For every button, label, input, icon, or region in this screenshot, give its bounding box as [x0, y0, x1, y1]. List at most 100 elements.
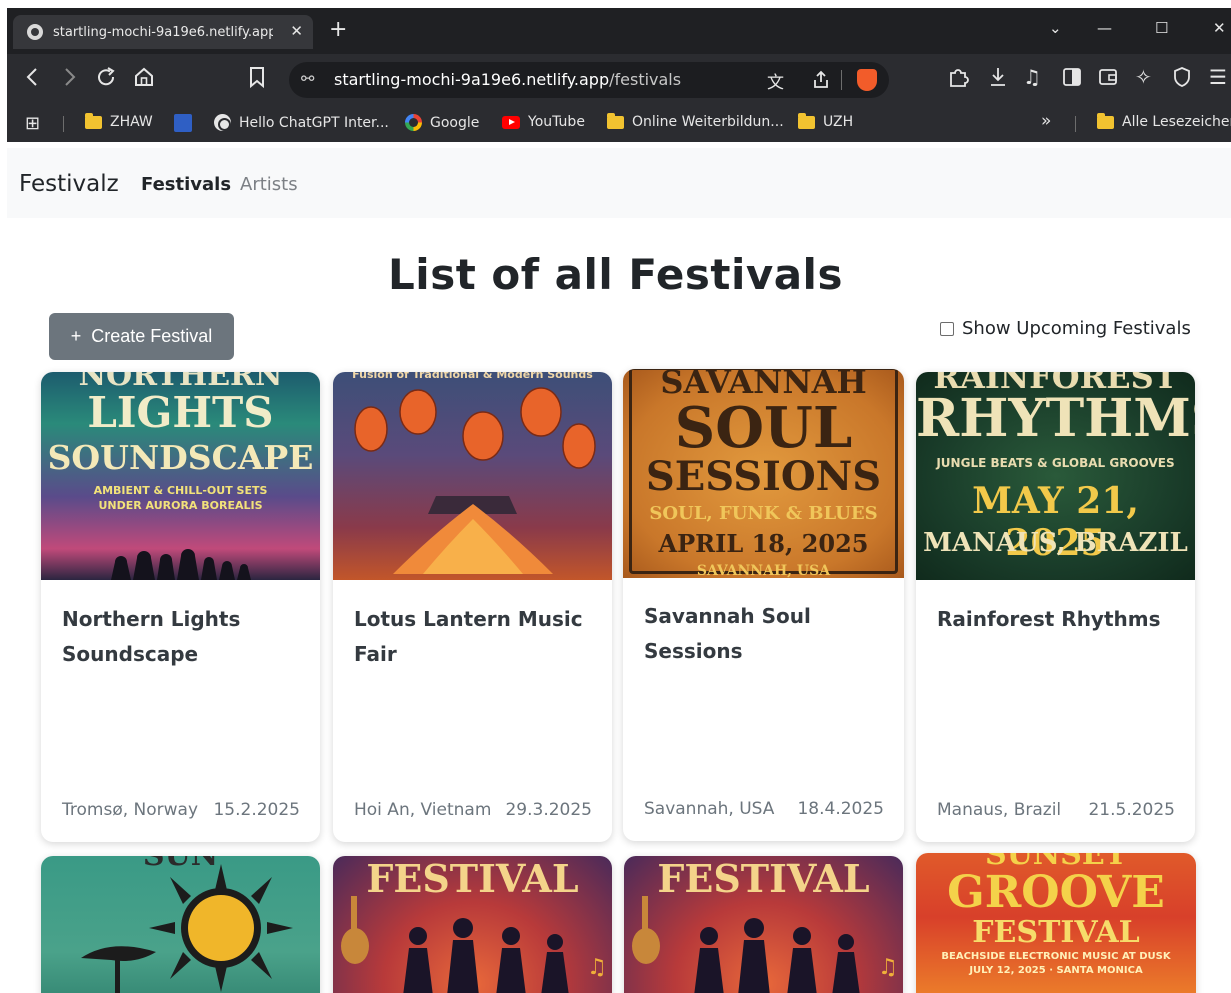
festival-card[interactable]: FESTIVAL ♫: [333, 856, 612, 993]
sun-illustration-icon: [81, 864, 293, 993]
sidebar-icon[interactable]: [1061, 65, 1083, 89]
tab-close-icon[interactable]: ✕: [290, 22, 303, 40]
close-window-button[interactable]: ✕: [1213, 19, 1226, 37]
festival-card[interactable]: SUNSET GROOVE FESTIVAL BEACHSIDE ELECTRO…: [916, 853, 1196, 993]
download-icon[interactable]: [987, 65, 1009, 89]
festival-card[interactable]: SUN: [41, 856, 320, 993]
share-icon[interactable]: [811, 70, 831, 90]
festival-poster-image[interactable]: NORTHERN LIGHTS SOUNDSCAPE AMBIENT & CHI…: [41, 372, 320, 580]
poster-text: LIGHTS: [87, 388, 274, 437]
festival-location: Tromsø, Norway: [62, 800, 199, 820]
translate-icon[interactable]: 文: [767, 68, 784, 93]
chatgpt-icon: [214, 114, 231, 131]
poster-text: MANAUS, BRAZIL: [923, 528, 1188, 558]
bookmarks-bar: ⊞ ZHAW Hello ChatGPT Inter... Google You…: [7, 106, 1231, 142]
festival-poster-image[interactable]: SUN: [41, 856, 320, 993]
poster-text: APRIL 18, 2025: [658, 529, 869, 558]
site-settings-icon[interactable]: ⚯: [301, 69, 314, 88]
festival-date: 29.3.2025: [505, 800, 592, 820]
dancing-crowd-icon: ♫: [341, 896, 607, 993]
bookmark-online-weiterbildung[interactable]: Online Weiterbildun...: [607, 112, 784, 130]
festival-card[interactable]: NORTHERN LIGHTS SOUNDSCAPE AMBIENT & CHI…: [41, 372, 320, 842]
bookmark-zhaw-logo[interactable]: [174, 114, 192, 132]
upcoming-checkbox[interactable]: [940, 321, 954, 336]
festival-card[interactable]: FESTIVAL ♫: [624, 856, 903, 993]
bookmark-separator: [63, 116, 64, 132]
bookmark-icon[interactable]: [247, 65, 267, 89]
festival-card[interactable]: SAVANNAH SOUL SESSIONS SOUL, FUNK & BLUE…: [623, 369, 904, 841]
apps-grid-icon[interactable]: ⊞: [25, 113, 40, 134]
festival-location: Manaus, Brazil: [937, 800, 1062, 820]
festival-title[interactable]: Rainforest Rhythms: [937, 602, 1177, 637]
festival-poster-image[interactable]: SUNSET GROOVE FESTIVAL BEACHSIDE ELECTRO…: [916, 853, 1196, 993]
poster-text: SOUNDSCAPE: [47, 438, 314, 477]
url-text[interactable]: startling-mochi-9a19e6.netlify.app/festi…: [334, 70, 681, 89]
festival-poster-image[interactable]: Fusion of Traditional & Modern Sounds: [333, 372, 612, 580]
bookmark-label: Alle Lesezeichen: [1122, 114, 1231, 130]
extensions-icon[interactable]: [947, 65, 969, 89]
bookmark-label: UZH: [823, 114, 854, 130]
bookmark-label: Online Weiterbildun...: [632, 114, 784, 130]
festival-title[interactable]: Lotus Lantern Music Fair: [354, 602, 594, 672]
folder-icon: [85, 112, 102, 129]
bookmark-google[interactable]: Google: [405, 114, 479, 131]
leo-icon[interactable]: ✧: [1135, 65, 1152, 89]
bookmark-uzh[interactable]: UZH: [798, 112, 854, 130]
bookmark-all-bookmarks[interactable]: Alle Lesezeichen: [1097, 112, 1231, 130]
dancing-crowd-icon: ♫: [632, 896, 898, 993]
festival-card[interactable]: Fusion of Traditional & Modern Sounds Lo…: [333, 372, 612, 842]
bookmarks-overflow-button[interactable]: »: [1041, 111, 1051, 131]
netlify-favicon-icon: [27, 24, 43, 40]
festival-title[interactable]: Savannah Soul Sessions: [644, 599, 884, 669]
festival-poster-image[interactable]: SAVANNAH SOUL SESSIONS SOUL, FUNK & BLUE…: [623, 369, 904, 578]
bookmark-label: Hello ChatGPT Inter...: [239, 114, 389, 131]
menu-icon[interactable]: ☰: [1209, 65, 1227, 89]
festival-card[interactable]: RAINFOREST RHYTHMS JUNGLE BEATS & GLOBAL…: [916, 372, 1195, 842]
forward-icon[interactable]: [59, 65, 79, 89]
site-brand[interactable]: Festivalz: [19, 171, 119, 197]
browser-tab[interactable]: startling-mochi-9a19e6.netlify.app ✕: [13, 15, 313, 49]
bookmark-chatgpt[interactable]: Hello ChatGPT Inter...: [214, 114, 389, 131]
music-icon[interactable]: ♫: [1023, 65, 1041, 89]
poster-text: BEACHSIDE ELECTRONIC MUSIC AT DUSK: [941, 951, 1171, 962]
page-title: List of all Festivals: [388, 250, 843, 299]
maximize-button[interactable]: ☐: [1155, 19, 1168, 37]
festival-date: 21.5.2025: [1088, 800, 1175, 820]
create-festival-button[interactable]: + Create Festival: [49, 313, 234, 360]
crowd-silhouette-icon: [111, 549, 251, 580]
festival-poster-image[interactable]: RAINFOREST RHYTHMS JUNGLE BEATS & GLOBAL…: [916, 372, 1195, 580]
festival-location: Savannah, USA: [644, 799, 775, 819]
wallet-icon[interactable]: [1097, 65, 1119, 89]
create-festival-label: Create Festival: [91, 326, 213, 346]
nav-link-festivals[interactable]: Festivals: [141, 174, 231, 195]
music-note-icon: ♫: [587, 955, 607, 980]
festival-poster-image[interactable]: FESTIVAL ♫: [333, 856, 612, 993]
bookmark-separator: [1075, 116, 1076, 132]
reload-icon[interactable]: [95, 65, 117, 89]
browser-toolbar: ⚯ startling-mochi-9a19e6.netlify.app/fes…: [7, 54, 1231, 106]
new-tab-button[interactable]: +: [329, 17, 347, 42]
poster-text: SESSIONS: [645, 453, 882, 500]
festival-date: 15.2.2025: [213, 800, 300, 820]
lantern-lotus-illustration-icon: [354, 387, 596, 574]
festival-poster-image[interactable]: FESTIVAL ♫: [624, 856, 903, 993]
nav-link-artists[interactable]: Artists: [240, 174, 298, 195]
bookmark-youtube[interactable]: YouTube: [502, 114, 585, 130]
poster-text: AMBIENT & CHILL-OUT SETS: [93, 484, 268, 497]
bookmark-label: ZHAW: [110, 114, 153, 130]
address-bar[interactable]: ⚯ startling-mochi-9a19e6.netlify.app/fes…: [289, 62, 889, 98]
show-upcoming-toggle[interactable]: Show Upcoming Festivals: [940, 318, 1191, 339]
back-icon[interactable]: [23, 65, 43, 89]
youtube-icon: [502, 115, 520, 129]
poster-text: UNDER AURORA BOREALIS: [98, 499, 263, 512]
poster-text: SAVANNAH, USA: [696, 563, 831, 578]
festival-title[interactable]: Northern Lights Soundscape: [62, 602, 302, 672]
bookmark-zhaw[interactable]: ZHAW: [85, 112, 153, 130]
home-icon[interactable]: [133, 65, 155, 89]
poster-text: JUNGLE BEATS & GLOBAL GROOVES: [936, 456, 1175, 470]
brave-shield-icon[interactable]: [857, 69, 877, 91]
tab-search-icon[interactable]: ⌄: [1049, 19, 1062, 37]
poster-text: SOUL: [674, 395, 853, 461]
minimize-button[interactable]: —: [1097, 19, 1112, 37]
vpn-icon[interactable]: [1171, 65, 1193, 89]
